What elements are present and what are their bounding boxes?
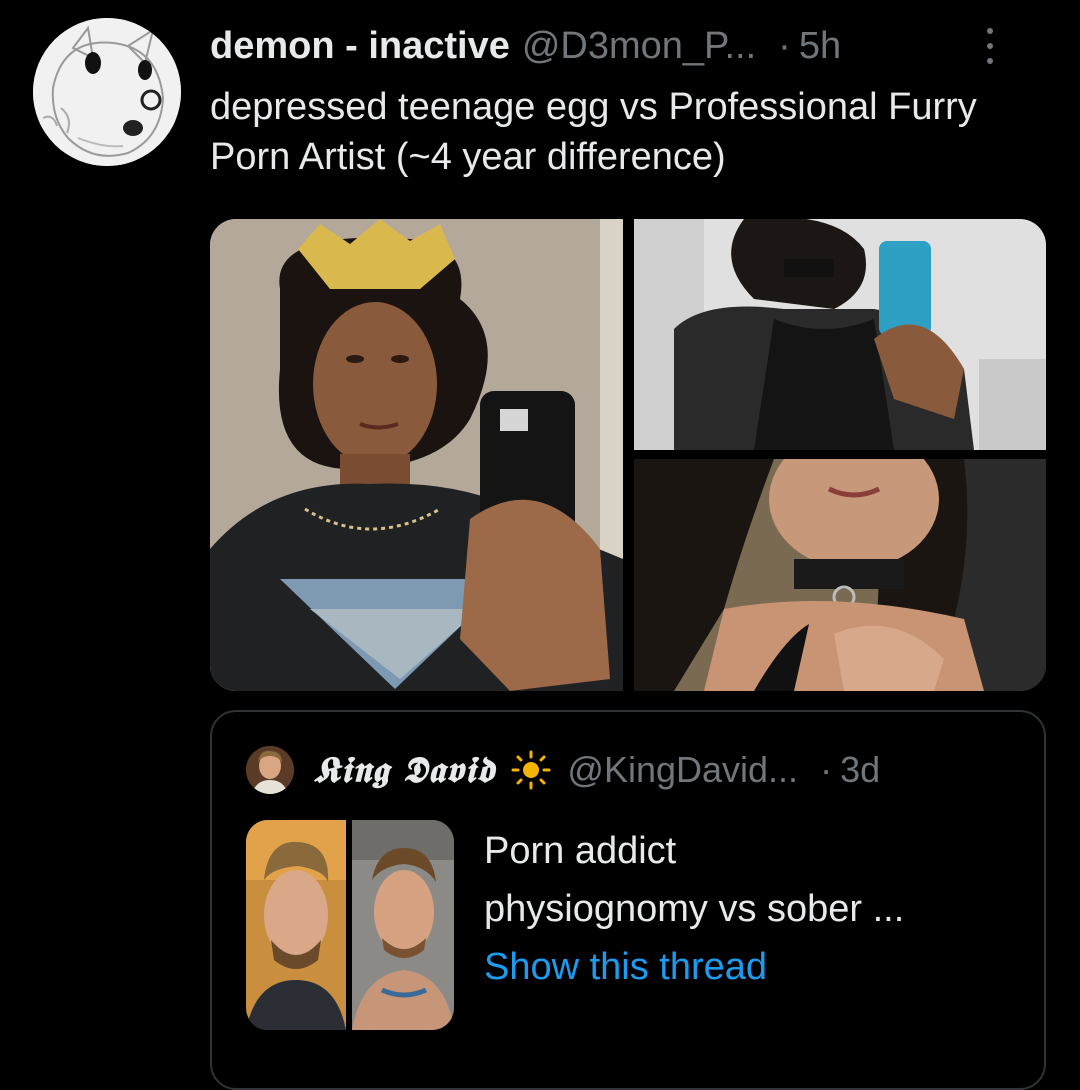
quoted-text-line-1: Porn addict <box>484 830 677 872</box>
media-photo-2[interactable] <box>634 219 1046 450</box>
quoted-media-thumbnail[interactable] <box>246 820 454 1030</box>
drawn-character-avatar-icon <box>33 18 181 166</box>
author-display-name[interactable]: demon - inactive <box>210 20 510 72</box>
photo-selfie-choker-icon <box>634 459 1046 691</box>
media-photo-3[interactable] <box>634 459 1046 691</box>
separator-dot: · <box>820 749 833 790</box>
quoted-tweet-header: 𝕶𝖎𝖓𝖌 𝕯𝖆𝖛𝖎𝖉 @KingDavid... · 3d <box>246 742 880 798</box>
quoted-author-avatar[interactable] <box>246 746 294 794</box>
show-this-thread-link[interactable]: Show this thread <box>484 938 1024 996</box>
media-photo-1[interactable] <box>210 219 623 691</box>
quoted-media-photo-1 <box>246 820 346 1030</box>
photo-mirror-selfie-crown-icon <box>210 219 623 691</box>
quoted-media-photo-2 <box>352 820 454 1030</box>
quoted-tweet-card[interactable]: 𝕶𝖎𝖓𝖌 𝕯𝖆𝖛𝖎𝖉 @KingDavid... · 3d Porn addic… <box>210 710 1046 1090</box>
person-avatar-icon <box>246 746 294 794</box>
quoted-tweet-timestamp[interactable]: 3d <box>840 749 880 791</box>
tweet-media-grid <box>210 219 1046 691</box>
photo-mirror-selfie-leather-icon <box>634 219 1046 450</box>
more-options-icon[interactable] <box>984 28 996 64</box>
author-avatar[interactable] <box>33 18 181 166</box>
quoted-author-handle[interactable]: @KingDavid... <box>567 749 798 791</box>
tweet-timestamp[interactable]: 5h <box>799 20 841 72</box>
author-handle[interactable]: @D3mon_P... <box>522 20 756 72</box>
quoted-text-line-2: physiognomy vs sober ... <box>484 888 905 930</box>
sun-icon <box>511 750 551 790</box>
separator-dot: · <box>778 25 791 67</box>
quoted-tweet-text: Porn addict physiognomy vs sober ... Sho… <box>484 822 1024 996</box>
tweet-header: demon - inactive @D3mon_P... · 5h <box>210 20 1060 72</box>
quoted-author-display-name[interactable]: 𝕶𝖎𝖓𝖌 𝕯𝖆𝖛𝖎𝖉 <box>314 749 495 792</box>
tweet-text: depressed teenage egg vs Professional Fu… <box>210 86 977 178</box>
